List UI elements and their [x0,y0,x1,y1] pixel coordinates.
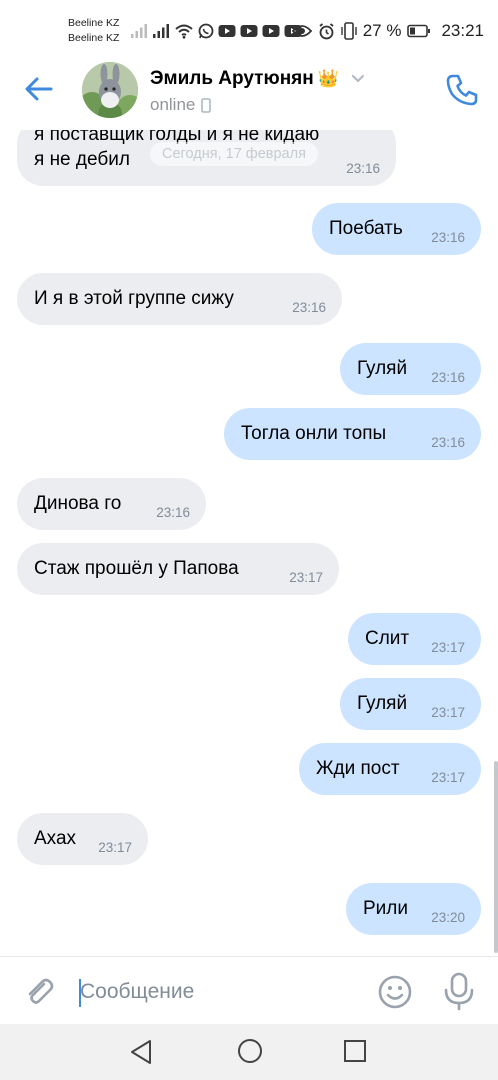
message-text: Рили [363,898,408,919]
paperclip-icon[interactable] [22,975,56,1009]
presence-row: online [150,95,212,115]
chat-header: Эмиль Арутюнян 👑 online [0,50,498,130]
message-time: 23:16 [346,161,380,176]
message-bubble-incoming[interactable]: И я в этой группе сижу 23:16 [17,273,342,325]
message-text: И я в этой группе сижу [34,288,234,309]
message-bubble-outgoing[interactable]: Тогла онли топы 23:16 [224,408,481,460]
phone-icon[interactable] [444,72,480,108]
scrollbar[interactable] [494,761,498,953]
message-text: Ахах [34,828,77,849]
status-right: 27 % 23:21 [291,20,484,42]
message-bubble-outgoing[interactable]: Поебать 23:16 [312,203,481,255]
nav-home-icon[interactable] [236,1037,264,1065]
message-text: Тогла онли топы [241,423,387,444]
message-bubble-incoming[interactable]: Ахах 23:17 [17,813,148,865]
back-arrow-icon[interactable] [22,72,56,106]
youtube-icon [218,25,236,37]
carrier-label-1: Beeline KZ [68,17,120,29]
online-status: online [150,95,196,114]
message-text: Поебать [329,218,403,239]
message-time: 23:16 [292,300,326,315]
carrier-label-2: Beeline KZ [68,32,120,44]
eye-icon [291,25,312,37]
status-time: 23:21 [441,21,484,40]
signal-icon [131,24,147,38]
message-list[interactable]: я поставщик голды и я не кидаю я не деби… [0,130,498,956]
date-divider: Сегодня, 17 февраля [150,142,318,166]
status-icons [130,20,302,42]
message-bubble-incoming[interactable]: Динова го 23:16 [17,478,206,530]
message-composer [0,956,498,1024]
emoji-icon[interactable] [376,973,414,1011]
crown-emoji: 👑 [317,69,339,88]
message-bubble-incoming[interactable]: Стаж прошёл у Папова 23:17 [17,543,339,595]
message-time: 23:17 [98,840,132,855]
mobile-device-icon [201,97,212,113]
vibrate-icon [341,22,357,40]
message-time: 23:16 [431,230,465,245]
status-bar: Beeline KZ Beeline KZ 27 % 23:21 [0,0,498,50]
nav-recents-icon[interactable] [342,1038,368,1064]
message-time: 23:16 [431,370,465,385]
wifi-icon [175,24,193,39]
message-bubble-outgoing[interactable]: Гуляй 23:16 [340,343,481,395]
message-bubble-outgoing[interactable]: Жди пост 23:17 [299,743,481,795]
message-text: Динова го [34,493,122,514]
message-time: 23:17 [431,640,465,655]
signal-icon [153,24,169,38]
system-nav-bar [0,1024,498,1080]
avatar[interactable] [82,62,138,118]
contact-name: Эмиль Арутюнян [150,68,314,89]
battery-icon [407,24,431,38]
message-bubble-outgoing[interactable]: Гуляй 23:17 [340,678,481,730]
message-text: Стаж прошёл у Папова [34,558,239,579]
avatar-image [82,62,138,118]
message-text: я не дебил [34,149,130,170]
message-bubble-outgoing[interactable]: Слит 23:17 [348,613,481,665]
battery-percent: 27 % [362,21,402,40]
message-text: Гуляй [357,693,408,714]
message-bubble-outgoing[interactable]: Рили 23:20 [346,883,481,935]
microphone-icon[interactable] [441,971,477,1011]
message-input[interactable] [80,975,360,1009]
message-text: Гуляй [357,358,408,379]
message-time: 23:16 [156,505,190,520]
chevron-down-icon[interactable] [351,74,365,84]
message-time: 23:17 [289,570,323,585]
whatsapp-icon [198,23,214,39]
youtube-icon [262,25,280,37]
message-text: Жди пост [316,758,400,779]
alarm-icon [319,22,334,39]
contact-name-row[interactable]: Эмиль Арутюнян 👑 [150,68,365,90]
message-time: 23:17 [431,705,465,720]
message-time: 23:16 [431,435,465,450]
nav-back-icon[interactable] [128,1038,156,1066]
youtube-icon [240,25,258,37]
message-time: 23:20 [431,910,465,925]
message-time: 23:17 [431,770,465,785]
message-text: Слит [365,628,410,649]
